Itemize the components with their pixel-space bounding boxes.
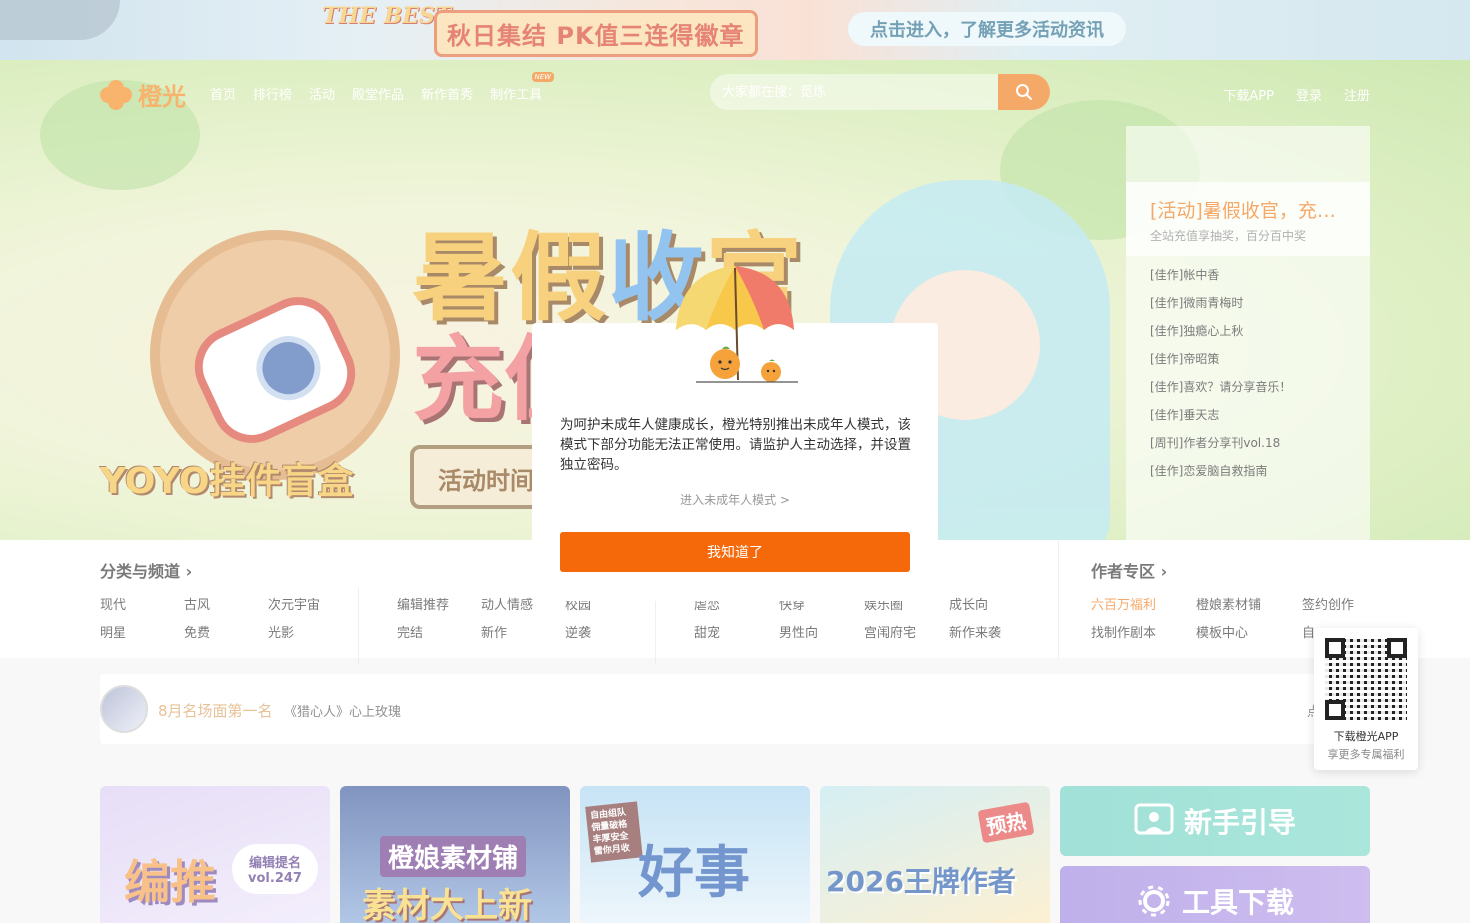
dialog-message: 为呵护未成年人健康成长，橙光特别推出未成年人模式，该模式下部分功能无法正常使用。…	[560, 417, 911, 473]
app-qr-float[interactable]: 下载橙光APP 享更多专属福利	[1314, 628, 1418, 770]
qr-title: 下载橙光APP	[1333, 730, 1399, 743]
qr-subtitle: 享更多专属福利	[1327, 748, 1405, 761]
umbrella-mascot-icon	[676, 266, 798, 383]
enter-minor-mode-link[interactable]: 进入未成年人模式 >	[532, 491, 938, 508]
qr-code	[1325, 638, 1407, 720]
acknowledge-button[interactable]: 我知道了	[560, 532, 910, 572]
